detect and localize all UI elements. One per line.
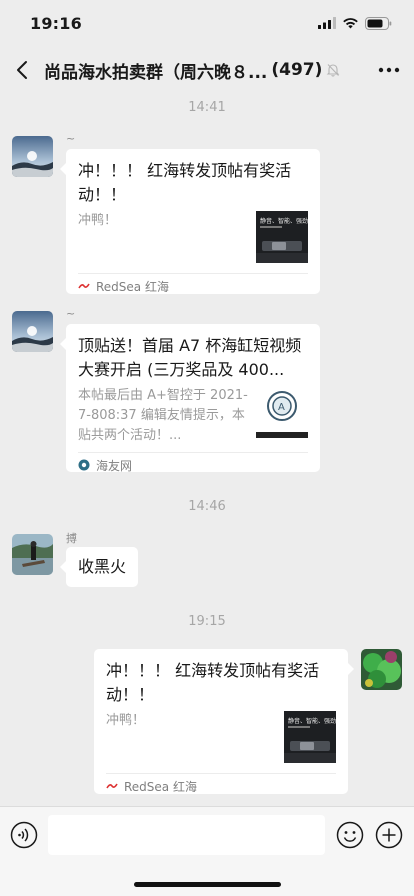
voice-icon: [10, 821, 38, 849]
battery-icon: [365, 16, 392, 30]
card-source: RedSea 红海: [106, 773, 336, 798]
text-message[interactable]: 收黑火: [59, 547, 139, 587]
card-description: 冲鸭！: [78, 213, 118, 228]
thumbnail-caption: 静音、智能、强劲: [288, 717, 336, 725]
more-dots-icon: [378, 67, 400, 73]
svg-text:A: A: [278, 402, 285, 413]
redsea-logo-icon: [106, 782, 118, 790]
timestamp: 14:41: [188, 100, 226, 115]
more-functions-button[interactable]: [375, 821, 403, 849]
card-description: 冲鸭！: [106, 713, 146, 728]
home-indicator[interactable]: [134, 882, 281, 887]
card-thumbnail: A: [256, 386, 308, 438]
haiyou-logo-icon: [78, 459, 90, 471]
card-source-name: RedSea 红海: [124, 779, 197, 794]
sender-nickname: ~: [66, 307, 76, 320]
member-count: (497): [271, 60, 323, 80]
link-card[interactable]: 冲！！！ 红海转发顶帖有奖活动！！ 冲鸭！ 静音、智能、强劲 RedSea 红海: [60, 149, 320, 294]
card-thumbnail: 静音、智能、强劲: [284, 711, 336, 763]
card-source: 海友网: [78, 452, 308, 477]
card-source: RedSea 红海: [78, 273, 308, 298]
more-options-button[interactable]: [364, 46, 414, 94]
link-card[interactable]: 顶贴送！首届 A7 杯海缸短视频大赛开启 (三万奖品及 400... 本帖最后由…: [60, 324, 320, 473]
sender-nickname: ~: [66, 132, 76, 145]
card-source-name: RedSea 红海: [96, 279, 169, 294]
card-source-name: 海友网: [96, 458, 133, 473]
redsea-logo-icon: [78, 282, 90, 290]
card-title: 冲！！！ 红海转发顶帖有奖活动！！: [106, 661, 320, 704]
card-title: 冲！！！ 红海转发顶帖有奖活动！！: [78, 161, 292, 204]
plus-circle-icon: [375, 821, 403, 849]
timestamp: 19:15: [188, 614, 226, 629]
signal-icon: [318, 17, 336, 29]
chevron-left-icon: [17, 61, 27, 79]
group-name: 尚品海水拍卖群（周六晚８...: [44, 62, 268, 83]
message-input[interactable]: [48, 815, 325, 855]
sender-nickname: 搏: [66, 532, 77, 545]
emoji-button[interactable]: [336, 821, 364, 849]
back-button[interactable]: [0, 46, 44, 94]
avatar[interactable]: [12, 534, 53, 575]
status-bar: 19:16: [0, 0, 414, 46]
avatar[interactable]: [12, 136, 53, 177]
card-title: 顶贴送！首届 A7 杯海缸短视频大赛开启 (三万奖品及 400...: [78, 336, 302, 379]
mute-bell-icon: [326, 63, 340, 77]
link-card[interactable]: 冲！！！ 红海转发顶帖有奖活动！！ 冲鸭！ 静音、智能、强劲 RedSea 红海: [94, 649, 354, 794]
status-icons: [318, 16, 392, 30]
avatar[interactable]: [12, 311, 53, 352]
chat-header: 尚品海水拍卖群（周六晚８... (497): [0, 46, 414, 94]
my-avatar[interactable]: [361, 649, 402, 690]
thumbnail-caption: 静音、智能、强劲: [260, 217, 308, 225]
timestamp: 14:46: [188, 499, 226, 514]
status-time: 19:16: [30, 13, 82, 33]
card-thumbnail: 静音、智能、强劲: [256, 211, 308, 263]
wifi-icon: [343, 18, 358, 29]
voice-button[interactable]: [10, 821, 38, 849]
chat-title: 尚品海水拍卖群（周六晚８... (497): [44, 58, 364, 83]
emoji-icon: [336, 821, 364, 849]
card-description: 本帖最后由 A+智控于 2021-7-808:37 编辑友情提示，本贴共两个活动…: [78, 388, 248, 443]
